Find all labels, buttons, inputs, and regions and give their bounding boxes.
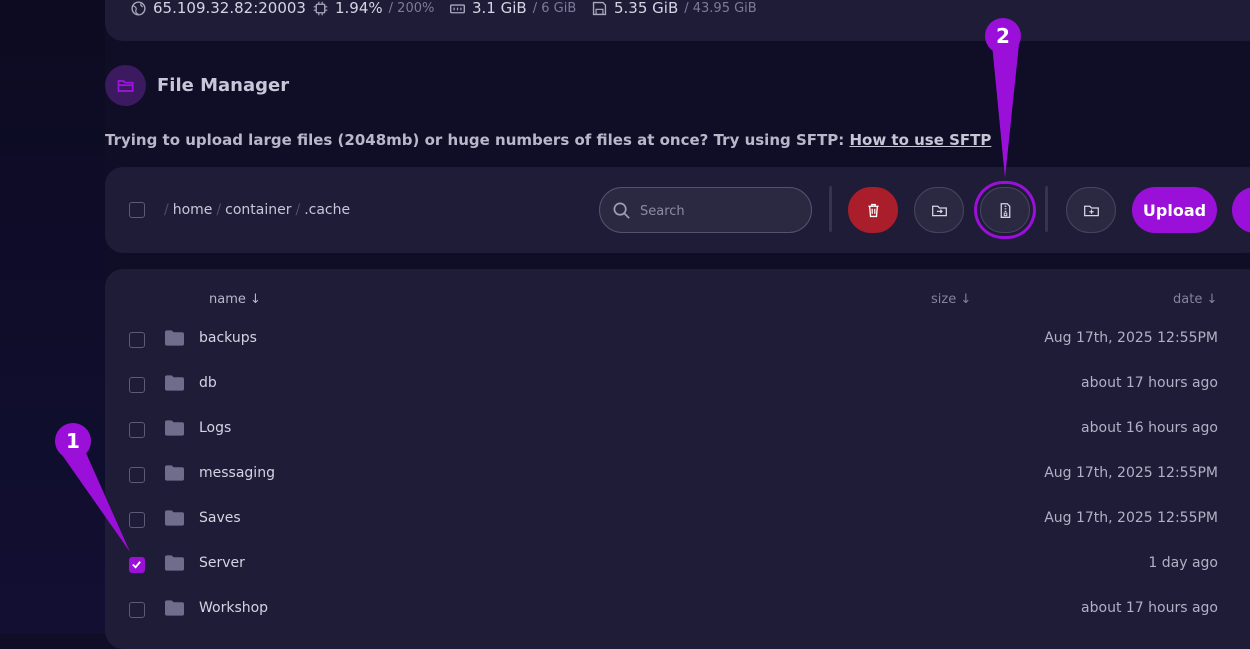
sftp-note: Trying to upload large files (2048mb) or… xyxy=(105,131,991,149)
file-date: about 17 hours ago xyxy=(1081,600,1218,616)
memory-stat: 3.1 GiB / 6 GiB xyxy=(449,0,576,17)
file-manager-icon-badge xyxy=(105,65,146,106)
server-stats-card: 65.109.32.82:20003 1.94% / 200% 3.1 GiB … xyxy=(105,0,1250,41)
file-table: name ↓ size ↓ date ↓ backups Aug 17th, 20… xyxy=(105,269,1250,649)
breadcrumb-separator: / xyxy=(164,202,169,218)
breadcrumb-current: .cache xyxy=(304,202,351,218)
annotation-marker-2: 2 xyxy=(985,18,1021,54)
globe-icon xyxy=(131,0,146,16)
breadcrumb-home[interactable]: home xyxy=(173,202,213,218)
sidebar xyxy=(0,0,105,634)
row-checkbox[interactable] xyxy=(129,512,145,528)
disk-usage: 5.35 GiB xyxy=(614,0,679,17)
page-title: File Manager xyxy=(157,75,290,96)
file-name[interactable]: Saves xyxy=(199,510,241,526)
folder-open-icon xyxy=(117,79,133,92)
file-date: 1 day ago xyxy=(1148,555,1218,571)
file-date: about 17 hours ago xyxy=(1081,375,1218,391)
save-disk-icon xyxy=(592,1,607,15)
disk-limit: / 43.95 GiB xyxy=(684,0,757,16)
row-checkbox[interactable] xyxy=(129,377,145,393)
memory-usage: 3.1 GiB xyxy=(472,0,527,17)
column-header-date[interactable]: date ↓ xyxy=(1173,292,1217,307)
table-row[interactable]: Server 1 day ago xyxy=(105,542,1250,587)
table-row[interactable]: Logs about 16 hours ago xyxy=(105,407,1250,452)
memory-icon xyxy=(450,3,465,13)
move-button[interactable] xyxy=(914,187,964,233)
search-icon xyxy=(613,202,630,219)
table-row[interactable]: messaging Aug 17th, 2025 12:55PM xyxy=(105,452,1250,497)
row-checkbox[interactable] xyxy=(129,422,145,438)
row-checkbox[interactable] xyxy=(129,467,145,483)
search-input[interactable] xyxy=(640,200,800,222)
folder-icon xyxy=(165,330,184,346)
sftp-help-link[interactable]: How to use SFTP xyxy=(849,131,991,149)
upload-button[interactable]: Upload xyxy=(1132,187,1217,233)
server-address: 65.109.32.82:20003 xyxy=(153,0,306,17)
file-name[interactable]: Workshop xyxy=(199,600,268,616)
file-name[interactable]: messaging xyxy=(199,465,275,481)
cpu-limit: / 200% xyxy=(388,0,435,16)
breadcrumb: / home / container / .cache xyxy=(160,202,350,218)
file-date: Aug 17th, 2025 12:55PM xyxy=(1044,510,1218,526)
table-row[interactable]: db about 17 hours ago xyxy=(105,362,1250,407)
archive-button[interactable] xyxy=(980,187,1030,233)
file-archive-icon xyxy=(1000,202,1010,218)
row-checkbox[interactable] xyxy=(129,602,145,618)
cpu-stat: 1.94% / 200% xyxy=(312,0,434,17)
folder-icon xyxy=(165,555,184,571)
delete-button[interactable] xyxy=(848,187,898,233)
folder-icon xyxy=(165,420,184,436)
cpu-usage: 1.94% xyxy=(335,0,383,17)
main-content: 65.109.32.82:20003 1.94% / 200% 3.1 GiB … xyxy=(105,0,1250,649)
file-name[interactable]: Logs xyxy=(199,420,231,436)
file-date: Aug 17th, 2025 12:55PM xyxy=(1044,465,1218,481)
breadcrumb-container[interactable]: container xyxy=(225,202,291,218)
toolbar-divider xyxy=(1045,186,1048,232)
table-row[interactable]: Saves Aug 17th, 2025 12:55PM xyxy=(105,497,1250,542)
file-name[interactable]: db xyxy=(199,375,217,391)
address-stat: 65.109.32.82:20003 xyxy=(130,0,306,17)
file-toolbar: /home/container/.cache Upload xyxy=(105,167,1250,253)
folder-icon xyxy=(165,375,184,391)
breadcrumb-separator: / xyxy=(216,202,222,218)
column-header-name[interactable]: name ↓ xyxy=(209,292,261,307)
folder-move-icon xyxy=(931,205,947,216)
row-checkbox[interactable] xyxy=(129,557,145,573)
folder-icon xyxy=(165,465,184,481)
table-row[interactable]: Workshop about 17 hours ago xyxy=(105,587,1250,632)
trash-icon xyxy=(867,203,879,217)
annotation-marker-1: 1 xyxy=(55,423,91,459)
more-actions-button[interactable] xyxy=(1232,187,1250,233)
toolbar-divider xyxy=(829,186,832,232)
column-header-size[interactable]: size ↓ xyxy=(931,292,971,307)
folder-icon xyxy=(165,600,184,616)
memory-limit: / 6 GiB xyxy=(532,0,577,16)
search-box xyxy=(599,187,812,233)
file-date: about 16 hours ago xyxy=(1081,420,1218,436)
check-icon xyxy=(132,561,141,569)
cpu-icon xyxy=(313,1,328,15)
file-name[interactable]: Server xyxy=(199,555,245,571)
disk-stat: 5.35 GiB / 43.95 GiB xyxy=(591,0,757,17)
file-name[interactable]: backups xyxy=(199,330,257,346)
table-row[interactable]: backups Aug 17th, 2025 12:55PM xyxy=(105,317,1250,362)
select-all-checkbox[interactable] xyxy=(129,202,145,218)
folder-plus-icon xyxy=(1083,205,1099,216)
new-folder-button[interactable] xyxy=(1066,187,1116,233)
folder-icon xyxy=(165,510,184,526)
sftp-note-text: Trying to upload large files (2048mb) or… xyxy=(105,131,845,149)
row-checkbox[interactable] xyxy=(129,332,145,348)
breadcrumb-separator: / xyxy=(295,202,301,218)
file-date: Aug 17th, 2025 12:55PM xyxy=(1044,330,1218,346)
